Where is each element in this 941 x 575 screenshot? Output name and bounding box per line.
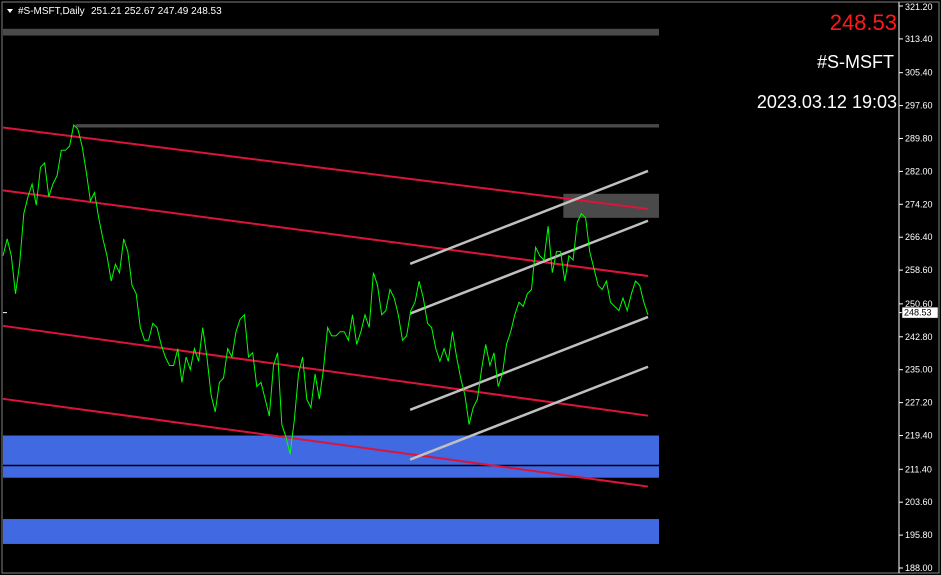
resistance-zone-1 (75, 124, 659, 128)
chart-ohlc-values: 251.21 252.67 247.49 248.53 (91, 6, 222, 17)
overlay-price: 248.53 (830, 10, 897, 35)
y-tick-label: 274.20 (905, 199, 933, 209)
overlay-datetime: 2023.03.12 19:03 (757, 92, 897, 112)
y-tick-label: 188.00 (905, 563, 933, 573)
y-tick-label: 282.00 (905, 166, 933, 176)
y-tick-label: 203.60 (905, 497, 933, 507)
y-tick-label: 227.20 (905, 398, 933, 408)
y-tick-label: 258.60 (905, 265, 933, 275)
y-tick-label: 195.80 (905, 530, 933, 540)
support-zone-4 (3, 519, 659, 544)
y-tick-label: 235.00 (905, 365, 933, 375)
current-price-label: 248.53 (904, 308, 932, 318)
overlay-symbol: #S-MSFT (817, 52, 894, 72)
y-tick-label: 305.40 (905, 68, 933, 78)
y-tick-label: 313.40 (905, 34, 933, 44)
y-tick-label: 211.40 (905, 464, 932, 474)
y-tick-label: 297.60 (905, 101, 933, 111)
y-tick-label: 242.80 (905, 332, 933, 342)
chart-background (0, 0, 941, 575)
y-tick-label: 321.20 (905, 2, 933, 12)
price-chart[interactable]: 321.20 313.40 305.40 297.60 289.80 282.00 274.… (0, 0, 941, 575)
y-tick-label: 266.40 (905, 232, 933, 242)
resistance-zone-0 (3, 28, 659, 36)
chart-symbol-timeframe: #S-MSFT,Daily (18, 6, 85, 17)
y-tick-label: 289.80 (905, 133, 933, 143)
current-price-marker: 248.53 (901, 306, 939, 319)
support-zone-3 (3, 435, 659, 478)
y-tick-label: 219.40 (905, 431, 933, 441)
